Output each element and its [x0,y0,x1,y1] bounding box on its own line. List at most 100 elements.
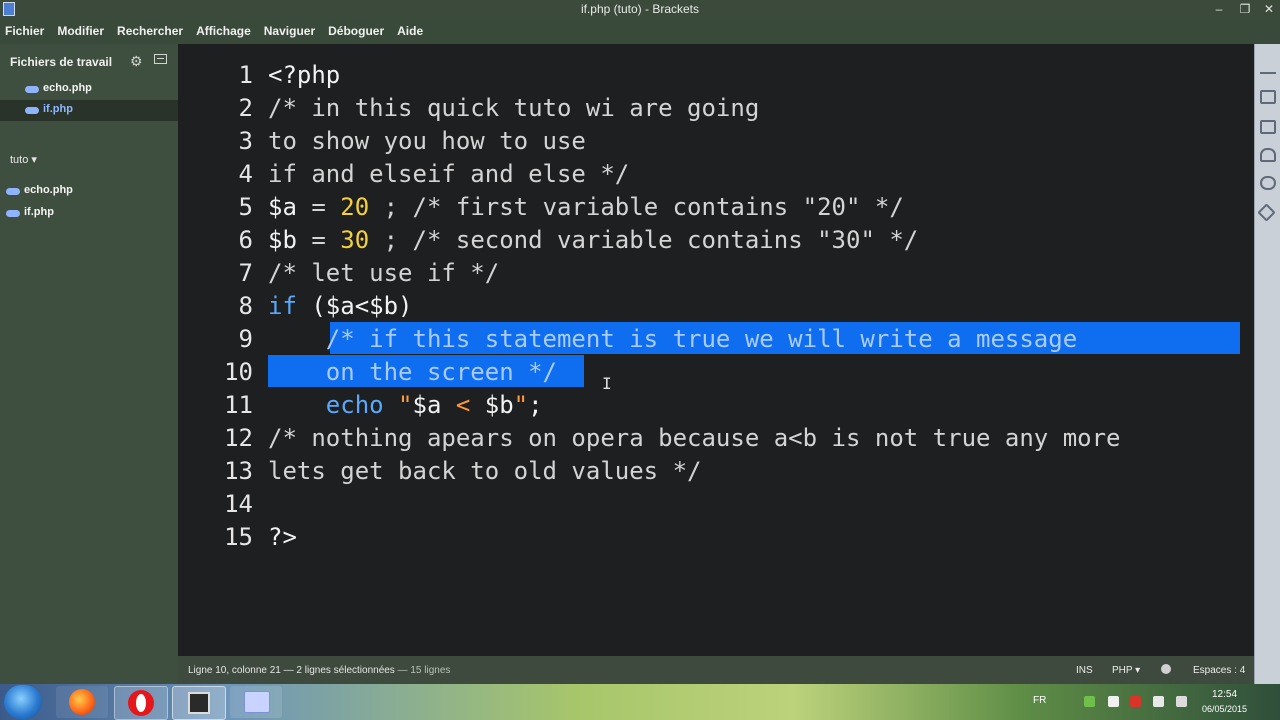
taskbar-brackets[interactable] [172,686,226,720]
tray-shield-icon[interactable] [1130,696,1141,707]
line-number: 15 [224,523,253,551]
code-text: on the screen */ [268,356,557,389]
code-text: if ($a<$b) [268,290,413,323]
project-file-name: echo.php [24,184,73,196]
code-line[interactable]: 3 to show you how to use [178,125,1254,158]
code-token: ; /* first variable contains "20" */ [369,193,904,221]
code-token: to show you how to use [268,127,586,155]
code-line[interactable]: 5 $a = 20 ; /* first variable contains "2… [178,191,1254,224]
project-file-if[interactable]: if.php [0,203,178,224]
cloud-icon[interactable] [1260,148,1276,162]
split-view-icon[interactable] [154,54,167,64]
working-files-title: Fichiers de travail [10,55,113,69]
line-number: 10 [224,358,253,386]
window-title: if.php (tuto) - Brackets [580,2,700,16]
restore-button[interactable]: ❐ [1234,1,1256,17]
line-number: 1 [238,61,253,89]
firefox-icon [69,689,95,715]
line-number: 8 [238,292,253,320]
menu-aide[interactable]: Aide [397,24,423,38]
project-dropdown[interactable]: tuto ▾ [10,153,37,166]
clock-time[interactable]: 12:54 [1212,689,1237,700]
menu-rechercher[interactable]: Rechercher [117,24,183,38]
code-text: if and elseif and else */ [268,158,629,191]
code-token: " [383,391,413,419]
code-text: lets get back to old values */ [268,455,701,488]
project-file-name: if.php [24,206,54,218]
language-select[interactable]: PHP ▾ [1112,665,1140,676]
text-cursor-icon: I [602,374,612,393]
menu-bar: Fichier Modifier Rechercher Affichage Na… [0,18,1280,44]
code-line[interactable]: 4 if and elseif and else */ [178,158,1254,191]
taskbar-opera[interactable] [114,686,168,720]
code-token: 30 [340,226,370,254]
code-line[interactable]: 6 $b = 30 ; /* second variable contains "… [178,224,1254,257]
code-line[interactable]: 8 if ($a<$b) [178,290,1254,323]
line-number: 4 [238,160,253,188]
close-button[interactable]: ✕ [1258,1,1280,17]
code-line[interactable]: 1 <?php [178,59,1254,92]
code-text: <?php [268,59,340,92]
code-token: $a [412,391,442,419]
code-line[interactable]: 10 on the screen */ [178,356,1254,389]
line-number: 7 [238,259,253,287]
line-number: 13 [224,457,253,485]
code-token: ($a<$b) [296,292,413,320]
working-file-if[interactable]: if.php [0,100,178,121]
code-token: /* if this statement is true we will wri… [325,325,1078,353]
project-file-echo[interactable]: echo.php [0,181,178,202]
code-token: if [268,292,297,320]
linter-status-icon[interactable] [1161,664,1171,674]
line-number: 9 [238,325,253,353]
network-icon[interactable] [1153,696,1164,707]
code-token: echo [325,391,384,419]
clock-date[interactable]: 06/05/2015 [1202,704,1247,714]
code-token: ; /* second variable contains "30" */ [369,226,919,254]
volume-icon[interactable] [1176,696,1187,707]
right-toolbar [1254,44,1280,684]
live-preview-icon[interactable] [1260,60,1276,74]
working-file-echo[interactable]: echo.php [0,79,178,100]
layers-icon[interactable] [1257,203,1276,222]
code-token: = [296,193,341,221]
input-language[interactable]: FR [1033,695,1046,706]
menu-affichage[interactable]: Affichage [196,24,251,38]
file-dot-icon [25,107,39,114]
line-count: — 15 lignes [397,665,451,676]
tray-app-icon[interactable] [1108,696,1119,707]
code-line[interactable]: 13 lets get back to old values */ [178,455,1254,488]
outline-icon[interactable] [1260,120,1276,134]
code-line[interactable]: 12 /* nothing apears on opera because a<b… [178,422,1254,455]
gear-icon[interactable]: ⚙ [130,53,143,70]
code-editor[interactable]: 1 <?php 2 /* in this quick tuto wi are goin… [178,44,1254,656]
code-line[interactable]: 7 /* let use if */ [178,257,1254,290]
menu-fichier[interactable]: Fichier [5,24,44,38]
code-line[interactable]: 14 [178,488,1254,521]
code-token: $b [484,391,514,419]
code-line[interactable]: 9 /* if this statement is true we will w… [178,323,1254,356]
line-number: 2 [238,94,253,122]
code-line[interactable]: 11 echo "$a < $b"; [178,389,1254,422]
minimize-button[interactable]: – [1208,1,1230,17]
code-line[interactable]: 2 /* in this quick tuto wi are going [178,92,1254,125]
taskbar-files[interactable] [230,686,282,718]
taskbar-firefox[interactable] [56,686,108,718]
code-text: /* nothing apears on opera because a<b i… [268,422,1121,455]
indent-setting[interactable]: Espaces : 4 [1193,665,1245,676]
menu-modifier[interactable]: Modifier [57,24,104,38]
lightbulb-icon[interactable] [1260,176,1276,190]
code-line[interactable]: 15 ?> [178,521,1254,554]
insert-mode-toggle[interactable]: INS [1076,665,1093,676]
cursor-position-text: Ligne 10, colonne 21 — 2 lignes sélectio… [188,665,395,676]
extension-manager-icon[interactable] [1260,90,1276,104]
code-token: 20 [340,193,370,221]
menu-deboguer[interactable]: Déboguer [328,24,384,38]
code-text: /* let use if */ [268,257,499,290]
code-token: < [441,391,485,419]
menu-naviguer[interactable]: Naviguer [264,24,315,38]
tray-app-icon[interactable] [1084,696,1095,707]
start-button[interactable] [4,685,42,719]
